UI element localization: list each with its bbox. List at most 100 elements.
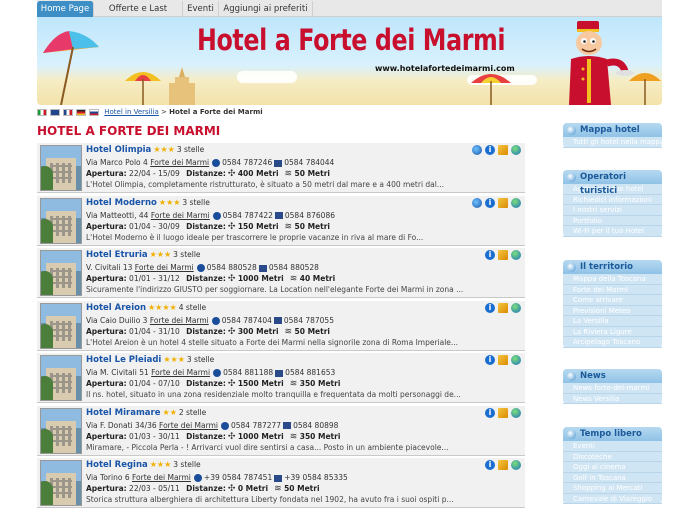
hotel-name-link[interactable]: Hotel Olimpia ★★★ 3 stelle xyxy=(86,145,204,155)
tab-home-page[interactable]: Home Page xyxy=(37,1,94,17)
sidebar-box: Mappa hotel Tutti gli hotel nella mappa xyxy=(563,123,662,148)
booking-icon[interactable] xyxy=(472,145,482,155)
sidebar-link[interactable]: Portfolio xyxy=(563,216,662,226)
distance-beach-icon: ≋ xyxy=(289,431,298,442)
flag-germany-icon[interactable] xyxy=(76,108,86,116)
hotel-thumbnail[interactable] xyxy=(40,302,82,349)
sidebar-link[interactable]: Carnevale di Viareggio xyxy=(563,494,662,504)
sidebar-link[interactable]: Tutti gli hotel nella mappa xyxy=(563,137,662,148)
email-icon[interactable] xyxy=(498,250,508,260)
hotel-name-link[interactable]: Hotel Regina ★★★ 3 stelle xyxy=(86,460,201,470)
flag-uk-icon[interactable] xyxy=(50,108,60,116)
email-icon[interactable] xyxy=(498,145,508,155)
tab-offerte-last-minute[interactable]: Offerte e Last Minute xyxy=(94,1,183,30)
email-icon[interactable] xyxy=(498,460,508,470)
phone-icon xyxy=(193,474,202,482)
email-icon[interactable] xyxy=(498,197,508,208)
hotel-city-link[interactable]: Forte dei Marmi xyxy=(159,421,218,430)
sidebar-link[interactable]: Forte dei Marmi xyxy=(563,285,662,295)
booking-icon[interactable] xyxy=(472,197,482,208)
hotel-city-link[interactable]: Forte dei Marmi xyxy=(132,473,191,482)
hotel-address: Via Matteotti, 44 Forte dei Marmi 0584 78… xyxy=(86,210,335,220)
info-icon[interactable]: i xyxy=(485,197,495,208)
website-globe-icon[interactable] xyxy=(511,355,521,365)
hotel-stelle: 3 stelle xyxy=(182,197,210,207)
flag-italy-icon[interactable] xyxy=(37,108,47,116)
sidebar-link[interactable]: Come arrivare xyxy=(563,295,662,306)
breadcrumb-link-versilia[interactable]: Hotel in Versilia xyxy=(104,108,159,116)
breadcrumb-separator: > xyxy=(161,108,167,116)
sidebar-box: Tempo libero Eventi Discoteche Oggi al cine… xyxy=(563,427,662,504)
distance-beach-icon: ≋ xyxy=(289,274,298,284)
info-icon[interactable]: i xyxy=(485,250,495,260)
flag-france-icon[interactable] xyxy=(63,108,73,116)
email-icon[interactable] xyxy=(498,407,508,418)
sandcastle-icon xyxy=(169,67,195,105)
website-globe-icon[interactable] xyxy=(511,145,521,155)
website-globe-icon[interactable] xyxy=(511,460,521,470)
website-globe-icon[interactable] xyxy=(511,407,521,418)
hotel-stelle: 4 stelle xyxy=(178,302,207,312)
sidebar-link[interactable]: Discoteche xyxy=(563,452,662,462)
website-globe-icon[interactable] xyxy=(511,250,521,260)
hotel-city-link[interactable]: Forte dei Marmi xyxy=(150,158,209,167)
sidebar-link[interactable]: Eventi xyxy=(563,441,662,452)
bellboy-mascot-icon xyxy=(569,21,634,105)
sidebar-link[interactable]: Golf in Toscana xyxy=(563,473,662,483)
hotel-name-link[interactable]: Hotel Etruria ★★★ 3 stelle xyxy=(86,250,201,260)
hotel-thumbnail[interactable] xyxy=(40,460,82,506)
hotel-city-link[interactable]: Forte dei Marmi xyxy=(151,368,210,377)
hotel-city-link[interactable]: Forte dei Marmi xyxy=(150,316,209,325)
sidebar-link[interactable]: News Versilia xyxy=(563,394,662,404)
hotel-thumbnail[interactable] xyxy=(40,355,82,401)
hotel-thumbnail[interactable] xyxy=(40,145,82,191)
hotel-action-icons: i xyxy=(482,355,521,367)
banner-url: www.hotelafortedeimarmi.com xyxy=(375,64,515,73)
main-content: HOTEL A FORTE DEI MARMI Hotel Olimpia ★★★… xyxy=(37,123,525,508)
tab-eventi[interactable]: Eventi xyxy=(183,1,219,17)
sidebar-link[interactable]: Oggi al cinema xyxy=(563,462,662,473)
hotel-name-link[interactable]: Hotel Moderno ★★★ 3 stelle xyxy=(86,198,210,208)
sidebar-box-title: Il territorio xyxy=(563,260,662,274)
hotel-name-link[interactable]: Hotel Areion ★★★★ 4 stelle xyxy=(86,303,206,313)
sidebar-box: News News forte-dei-marmi News Versilia xyxy=(563,369,662,404)
website-globe-icon[interactable] xyxy=(511,302,521,313)
sidebar-link[interactable]: Wi-Fi per il tuo Hotel xyxy=(563,226,662,237)
sidebar-link[interactable]: News forte-dei-marmi xyxy=(563,383,662,394)
hotel-listing: Hotel Miramare ★★ 2 stelle Via F. Donati 3… xyxy=(37,405,525,456)
website-globe-icon[interactable] xyxy=(511,197,521,208)
sidebar-link[interactable]: Mappa della Toscana xyxy=(563,274,662,285)
hotel-opening-distances: Apertura: 01/04 - 07/10 Distanze: ✣ 1500 M… xyxy=(86,379,341,389)
hotel-listing: Hotel Regina ★★★ 3 stelle Via Torino 6 For… xyxy=(37,458,525,508)
hotel-action-icons: i xyxy=(482,407,521,420)
info-icon[interactable]: i xyxy=(485,302,495,313)
hotel-city-link[interactable]: Forte dei Marmi xyxy=(151,211,210,220)
sidebar-link[interactable]: La Riviera Ligure xyxy=(563,327,662,337)
email-icon[interactable] xyxy=(498,302,508,313)
sidebar-link[interactable]: Arcipelago Toscano xyxy=(563,337,662,348)
hotel-stelle: 3 stelle xyxy=(176,145,205,154)
hotel-listing: Hotel Etruria ★★★ 3 stelle V. Civitali 13 … xyxy=(37,248,525,298)
sidebar-box-title: Tempo libero xyxy=(563,427,662,441)
hotel-thumbnail[interactable] xyxy=(40,197,82,244)
sidebar-link[interactable]: La Versilia xyxy=(563,316,662,327)
info-icon[interactable]: i xyxy=(485,355,495,365)
fax-icon xyxy=(274,212,283,219)
sidebar-link[interactable]: Shopping ai Mercati xyxy=(563,483,662,494)
hotel-name-link[interactable]: Hotel Le Pleiadi ★★★ 3 stelle xyxy=(86,355,214,365)
hotel-city-link[interactable]: Forte dei Marmi xyxy=(135,263,194,272)
hotel-name-link[interactable]: Hotel Miramare ★★ 2 stelle xyxy=(86,408,206,418)
sidebar-link[interactable]: I nostri servizi xyxy=(563,205,662,216)
hotel-action-icons: i xyxy=(469,197,521,210)
flag-russia-icon[interactable] xyxy=(89,108,99,116)
distance-center-icon: ✣ xyxy=(227,379,236,389)
info-icon[interactable]: i xyxy=(485,145,495,155)
tab-aggiungi-preferiti[interactable]: Aggiungi ai preferiti xyxy=(219,1,313,17)
hotel-thumbnail[interactable] xyxy=(40,407,82,454)
sidebar-link[interactable]: Previsioni Meteo xyxy=(563,306,662,316)
phone-icon xyxy=(212,159,221,167)
email-icon[interactable] xyxy=(498,355,508,365)
info-icon[interactable]: i xyxy=(485,407,495,418)
info-icon[interactable]: i xyxy=(485,460,495,470)
hotel-thumbnail[interactable] xyxy=(40,250,82,296)
